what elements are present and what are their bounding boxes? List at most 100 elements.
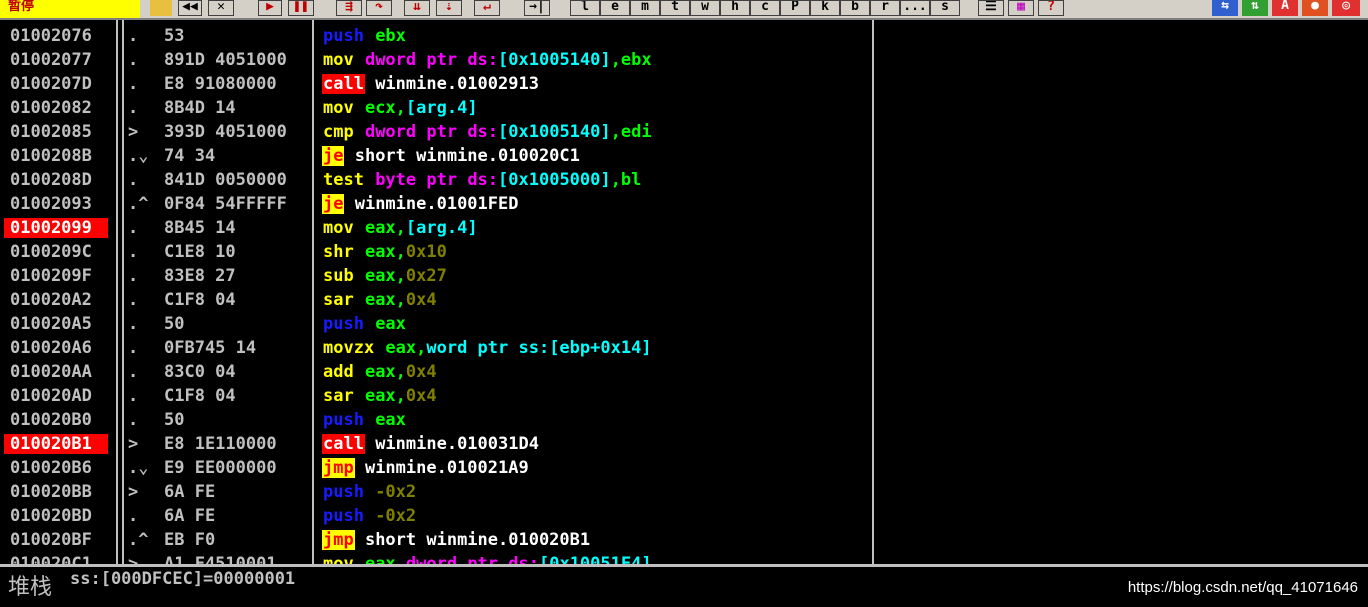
rewind-icon[interactable]: ◀◀ [178,0,202,16]
toolbar-button-e[interactable]: e [600,0,630,16]
disasm-row[interactable]: 01002077. 891D 4051000 mov dword ptr ds:[0… [0,48,872,72]
instruction: test byte ptr ds:[0x1005000],bl [322,168,867,192]
disasm-row[interactable]: 010020B1 > E8 1E110000 call winmine.010031D… [0,432,872,456]
step-over-icon[interactable]: ↷ [366,0,392,16]
jump-marker: . [128,242,139,262]
operand: eax, [354,290,406,310]
address[interactable]: 01002076 [4,26,108,46]
instruction: call winmine.01002913 [322,72,867,96]
mnemonic: sar [323,290,354,310]
address[interactable]: 010020AA [4,362,108,382]
hex-bytes: 8B45 14 [164,218,236,238]
toolbar-button-s[interactable]: s [930,0,960,16]
disasm-row[interactable]: 010020A6. 0FB745 14 movzx eax,word ptr ss:… [0,336,872,360]
execute-till-return-icon[interactable]: ↵ [474,0,500,16]
operand: winmine.01002913 [364,74,539,94]
font-icon[interactable]: A [1272,0,1298,16]
address[interactable]: 010020BD [4,506,108,526]
disasm-row[interactable]: 0100208B .⌄ 74 34 je short winmine.010020C1 [0,144,872,168]
mnemonic: mov [323,50,354,70]
toolbar-button-more[interactable]: ... [900,0,930,16]
toolbar-button-c[interactable]: c [750,0,780,16]
disasm-row[interactable]: 01002099. 8B45 14 mov eax,[arg.4] [0,216,872,240]
disasm-row[interactable]: 0100207D. E8 91080000 call winmine.0100291… [0,72,872,96]
disasm-row[interactable]: 010020BB >6A FE push -0x2 [0,480,872,504]
address[interactable]: 010020B0 [4,410,108,430]
step-into-icon[interactable]: ⇶ [336,0,362,16]
toolbar-button-m[interactable]: m [630,0,660,16]
open-folder-icon[interactable] [150,0,172,16]
operand: ds: [467,122,499,142]
trace-over-icon[interactable]: ⇣ [436,0,462,16]
toolbar-button-r[interactable]: r [870,0,900,16]
breakpoint-address[interactable]: 01002099 [4,218,108,238]
disasm-row[interactable]: 01002076. 53 push ebx [0,24,872,48]
disasm-row[interactable]: 0100209F. 83E8 27 sub eax,0x27 [0,264,872,288]
disasm-row[interactable]: 010020B0. 50 push eax [0,408,872,432]
address[interactable]: 01002082 [4,98,108,118]
toolbar-button-h[interactable]: h [720,0,750,16]
breakpoint-address[interactable]: 010020B1 [4,434,108,454]
address[interactable]: 010020BF [4,530,108,550]
refresh-icon[interactable]: ⇆ [1212,0,1238,16]
transfer-icon[interactable]: ⇅ [1242,0,1268,16]
disasm-row[interactable]: 0100209C. C1E8 10 shr eax,0x10 [0,240,872,264]
disasm-row[interactable]: 010020AD. C1F8 04 sar eax,0x4 [0,384,872,408]
address[interactable]: 0100207D [4,74,108,94]
toolbar-button-w[interactable]: w [690,0,720,16]
comment-pane[interactable] [872,20,1368,566]
address[interactable]: 01002085 [4,122,108,142]
disasm-row[interactable]: 01002082. 8B4D 14 mov ecx,[arg.4] [0,96,872,120]
run-icon[interactable]: ▶ [258,0,282,16]
address[interactable]: 010020A5 [4,314,108,334]
toolbar-button-p[interactable]: P [780,0,810,16]
help-icon[interactable]: ? [1038,0,1064,16]
pause-icon[interactable]: ❚❚ [288,0,314,16]
disasm-row[interactable]: 010020AA. 83C0 04 add eax,0x4 [0,360,872,384]
address[interactable]: 010020A6 [4,338,108,358]
disasm-row[interactable]: 010020A5. 50 push eax [0,312,872,336]
toolbar-button-b[interactable]: b [840,0,870,16]
mnemonic: push [323,482,364,502]
mnemonic: cmp [323,122,354,142]
address[interactable]: 010020B6 [4,458,108,478]
disasm-row[interactable]: 010020BD. 6A FE push -0x2 [0,504,872,528]
trace-into-icon[interactable]: ⇊ [404,0,430,16]
hex-bytes: 0FB745 14 [164,338,257,358]
disasm-row[interactable]: 010020B6 .⌄ E9 EE000000 jmp winmine.010021A… [0,456,872,480]
target-icon[interactable]: ◎ [1332,0,1360,16]
disassembly-pane[interactable]: 01002076. 53 push ebx 01002077. 891D 4051000… [0,20,872,566]
disasm-row[interactable]: 0100208D. 841D 0050000 test byte ptr ds:[0… [0,168,872,192]
mnemonic: movzx [323,338,375,358]
instruction: mov ecx,[arg.4] [322,96,867,120]
record-icon[interactable]: ● [1302,0,1328,16]
jump-marker: . [128,410,139,430]
address[interactable]: 01002093 [4,194,108,214]
address[interactable]: 010020AD [4,386,108,406]
operand: eax, [375,338,427,358]
operand: ds: [467,50,499,70]
instruction: je short winmine.010020C1 [322,144,867,168]
disasm-row[interactable]: 01002085 >393D 4051000 cmp dword ptr ds:[0… [0,120,872,144]
disasm-row[interactable]: 01002093 .^ 0F84 54FFFFF je winmine.01001FE… [0,192,872,216]
go-to-icon[interactable]: →| [524,0,550,16]
disasm-row[interactable]: 010020BF .^ EB F0 jmp short winmine.010020B… [0,528,872,552]
address[interactable]: 0100209C [4,242,108,262]
address[interactable]: 010020BB [4,482,108,502]
list-icon[interactable]: ☰ [978,0,1004,16]
close-icon[interactable]: ✕ [208,0,234,16]
instruction: push -0x2 [322,480,867,504]
grid-icon[interactable]: ▦ [1008,0,1034,16]
toolbar-button-k[interactable]: k [810,0,840,16]
address[interactable]: 010020A2 [4,290,108,310]
disasm-row[interactable]: 010020A2. C1F8 04 sar eax,0x4 [0,288,872,312]
toolbar-button-l[interactable]: l [570,0,600,16]
operand: dword ptr [354,50,468,70]
address[interactable]: 01002077 [4,50,108,70]
toolbar-button-t[interactable]: t [660,0,690,16]
address[interactable]: 0100209F [4,266,108,286]
instruction: sub eax,0x27 [322,264,867,288]
mnemonic: call [322,74,365,94]
address[interactable]: 0100208B [4,146,108,166]
address[interactable]: 0100208D [4,170,108,190]
